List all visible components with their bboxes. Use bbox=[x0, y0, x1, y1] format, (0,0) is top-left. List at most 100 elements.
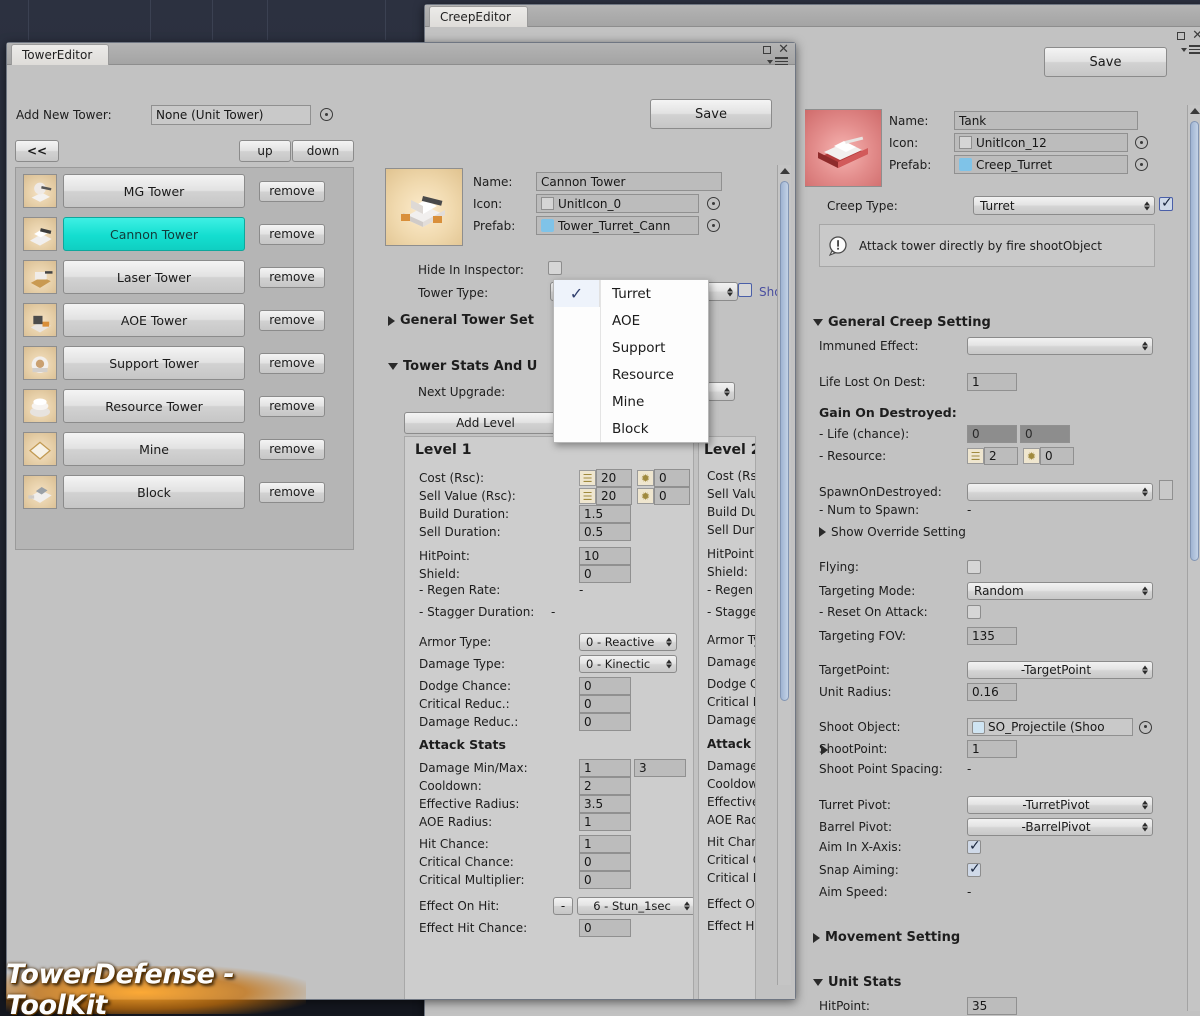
level2-stat-row: Armor Ty bbox=[707, 633, 755, 647]
tower-save-button[interactable]: Save bbox=[650, 99, 772, 129]
tower-prefab-field[interactable]: Tower_Turret_Cann bbox=[536, 216, 699, 235]
tower-thumbnail[interactable] bbox=[23, 217, 57, 251]
resource-value-b[interactable]: 0 bbox=[654, 469, 690, 487]
tower-thumbnail[interactable] bbox=[23, 432, 57, 466]
stat-dropdown[interactable]: 0 - Reactive bbox=[579, 633, 677, 651]
stat-input[interactable]: 1 bbox=[579, 835, 631, 853]
tower-list-button-aoe-tower[interactable]: AOE Tower bbox=[63, 303, 245, 337]
stat-input[interactable]: 1 bbox=[579, 813, 631, 831]
stat-input[interactable]: 1.5 bbox=[579, 505, 631, 523]
dropdown-item-turret[interactable]: ✓ Turret bbox=[554, 280, 708, 307]
level2-stat-label: Damage bbox=[707, 713, 756, 727]
stat-input[interactable]: 0 bbox=[579, 695, 631, 713]
stat-input[interactable]: 2 bbox=[579, 777, 631, 795]
add-new-tower-picker-icon[interactable] bbox=[320, 108, 333, 121]
stat-input[interactable]: 0 bbox=[579, 677, 631, 695]
tower-prefab-picker-icon[interactable] bbox=[707, 219, 720, 232]
tower-window-controls[interactable]: ✕ bbox=[763, 43, 789, 56]
maximize-icon[interactable] bbox=[763, 46, 772, 54]
show-range-checkbox[interactable] bbox=[738, 283, 752, 297]
tower-thumbnail[interactable] bbox=[23, 174, 57, 208]
stat-input[interactable]: 0.5 bbox=[579, 523, 631, 541]
creep-scroll-thumb[interactable] bbox=[1190, 121, 1199, 561]
move-up-button[interactable]: up bbox=[239, 140, 291, 162]
resource-value-a[interactable]: 20 bbox=[596, 469, 632, 487]
resource-gold-icon: ✹ bbox=[637, 488, 654, 504]
tower-remove-button[interactable]: remove bbox=[259, 395, 325, 417]
tower-list-button-laser-tower[interactable]: Laser Tower bbox=[63, 260, 245, 294]
hide-in-inspector-checkbox[interactable] bbox=[548, 261, 562, 275]
tower-list-button-mine[interactable]: Mine bbox=[63, 432, 245, 466]
tower-list-button-support-tower[interactable]: Support Tower bbox=[63, 346, 245, 380]
tower-list-item: Block remove bbox=[23, 475, 325, 509]
tower-remove-button[interactable]: remove bbox=[259, 180, 325, 202]
stat-input-min[interactable]: 1 bbox=[579, 759, 631, 777]
stat-input[interactable]: 35 bbox=[967, 997, 1017, 1015]
tab-creep-editor[interactable]: CreepEditor bbox=[429, 6, 528, 27]
stat-input[interactable]: 10 bbox=[579, 547, 631, 565]
scroll-up-icon[interactable] bbox=[1189, 108, 1200, 114]
stat-row: HitPoint: 10 bbox=[419, 547, 631, 565]
tower-stats-foldout[interactable]: Tower Stats And U bbox=[388, 359, 537, 374]
effect-dropdown[interactable]: 6 - Stun_1sec bbox=[577, 897, 693, 915]
tower-remove-button[interactable]: remove bbox=[259, 309, 325, 331]
stat-input[interactable]: 0 bbox=[579, 919, 631, 937]
resource-pair: ☰ 20 ✹ 0 bbox=[579, 487, 690, 505]
stat-input[interactable]: 0 bbox=[579, 565, 631, 583]
tower-list-button-resource-tower[interactable]: Resource Tower bbox=[63, 389, 245, 423]
tab-tower-editor[interactable]: TowerEditor bbox=[11, 44, 110, 65]
close-icon[interactable]: ✕ bbox=[778, 43, 789, 56]
dropdown-item-resource[interactable]: Resource bbox=[554, 361, 708, 388]
chevron-updown-icon bbox=[666, 659, 672, 669]
tower-remove-button[interactable]: remove bbox=[259, 438, 325, 460]
tower-thumbnail[interactable] bbox=[23, 389, 57, 423]
desktop-divider bbox=[212, 0, 213, 40]
stat-input[interactable]: 3.5 bbox=[579, 795, 631, 813]
tower-thumbnail[interactable] bbox=[23, 303, 57, 337]
dropdown-item-block[interactable]: Block bbox=[554, 415, 708, 442]
level2-stat-row: Shield: bbox=[707, 565, 748, 579]
tower-icon-picker-icon[interactable] bbox=[707, 197, 720, 210]
dropdown-item-label: Block bbox=[612, 420, 649, 437]
stat-row: Effect On Hit: - 6 - Stun_1sec bbox=[419, 897, 693, 915]
add-level-button[interactable]: Add Level bbox=[404, 412, 567, 434]
stat-dash: - bbox=[551, 605, 556, 619]
stat-row: Critical Reduc.: 0 bbox=[419, 695, 631, 713]
creep-editor-tabstrip: CreepEditor bbox=[425, 5, 1200, 27]
stat-input[interactable]: 0 bbox=[579, 853, 631, 871]
move-down-button[interactable]: down bbox=[292, 140, 354, 162]
collapse-button[interactable]: << bbox=[15, 140, 59, 162]
tower-list-button-block[interactable]: Block bbox=[63, 475, 245, 509]
dropdown-item-mine[interactable]: Mine bbox=[554, 388, 708, 415]
tower-list-button-mg-tower[interactable]: MG Tower bbox=[63, 174, 245, 208]
effect-minus-button[interactable]: - bbox=[553, 897, 573, 915]
tower-list-button-cannon-tower[interactable]: Cannon Tower bbox=[63, 217, 245, 251]
resource-value-b[interactable]: 0 bbox=[654, 487, 690, 505]
triangle-right-icon bbox=[388, 315, 395, 326]
scroll-up-icon[interactable] bbox=[779, 168, 790, 174]
tower-thumbnail[interactable] bbox=[23, 260, 57, 294]
general-tower-setting-foldout[interactable]: General Tower Set bbox=[388, 313, 534, 328]
add-new-tower-field[interactable]: None (Unit Tower) bbox=[151, 105, 311, 125]
tower-scrollbar[interactable] bbox=[777, 165, 791, 985]
tower-remove-button[interactable]: remove bbox=[259, 266, 325, 288]
creep-scrollbar[interactable] bbox=[1187, 105, 1200, 1011]
tower-name-field[interactable]: Cannon Tower bbox=[536, 172, 722, 191]
tower-scroll-thumb[interactable] bbox=[780, 181, 789, 701]
tower-remove-button[interactable]: remove bbox=[259, 481, 325, 503]
tower-thumbnail[interactable] bbox=[23, 346, 57, 380]
dropdown-item-support[interactable]: Support bbox=[554, 334, 708, 361]
next-upgrade-dropdown[interactable] bbox=[707, 382, 735, 401]
stat-dropdown[interactable]: 0 - Kinectic bbox=[579, 655, 677, 673]
stat-input[interactable]: 0 bbox=[579, 713, 631, 731]
dropdown-item-aoe[interactable]: AOE bbox=[554, 307, 708, 334]
tower-remove-button[interactable]: remove bbox=[259, 223, 325, 245]
tower-thumbnail[interactable] bbox=[23, 475, 57, 509]
level2-stat-label: Dodge Ch bbox=[707, 677, 755, 691]
stat-input[interactable]: 0 bbox=[579, 871, 631, 889]
resource-value-a[interactable]: 20 bbox=[596, 487, 632, 505]
tower-remove-button[interactable]: remove bbox=[259, 352, 325, 374]
stat-input-max[interactable]: 3 bbox=[634, 759, 686, 777]
tower-icon-field[interactable]: UnitIcon_0 bbox=[536, 194, 699, 213]
tower-type-dropdown-menu[interactable]: ✓ Turret AOE Support Resource Mine Block bbox=[553, 279, 709, 443]
